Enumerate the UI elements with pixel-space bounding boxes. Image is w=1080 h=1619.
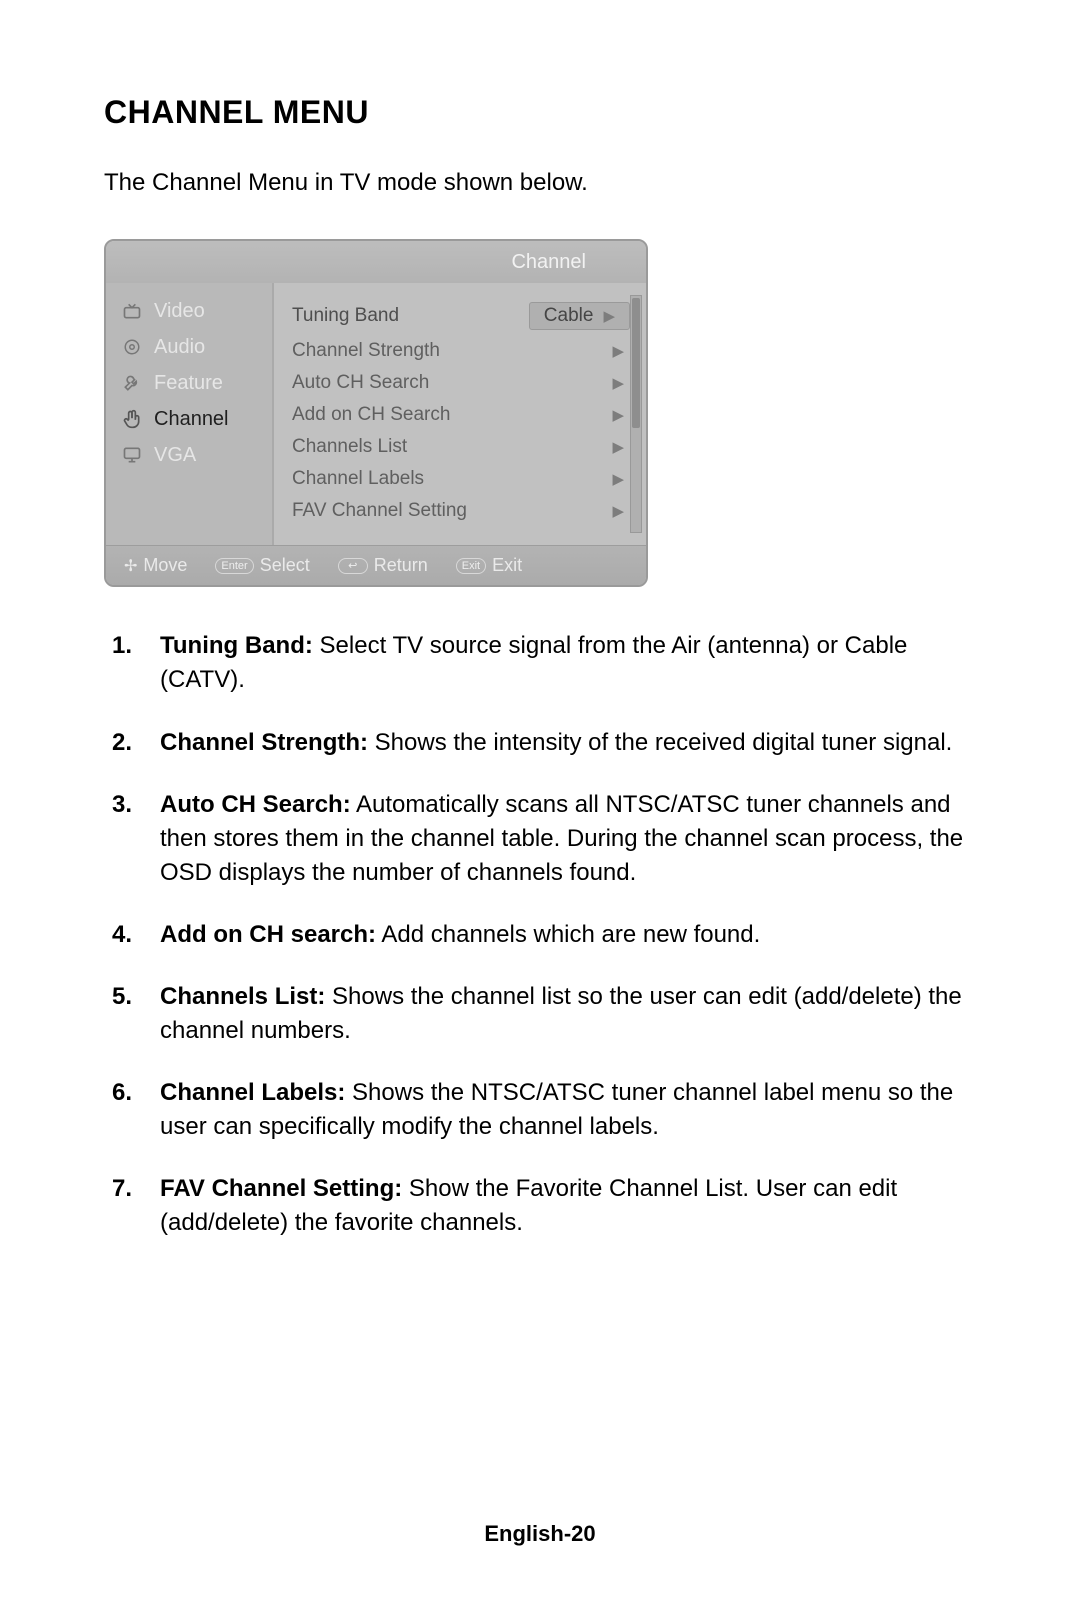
item-term: Channel Labels: (160, 1079, 345, 1106)
osd-screenshot: Channel Video Audio (104, 239, 648, 587)
hint-exit: Exit Exit (456, 555, 522, 576)
dpad-icon: ✢ (124, 556, 137, 576)
sidebar-item-video: Video (106, 293, 272, 329)
setting-row-add-on-ch-search: Add on CH Search ▶ (292, 399, 630, 431)
chevron-right-icon: ▶ (612, 342, 630, 360)
sidebar-item-audio: Audio (106, 329, 272, 365)
wrench-icon (120, 371, 144, 395)
scrollbar (630, 295, 642, 533)
sidebar-item-label: Channel (154, 408, 229, 431)
sidebar-item-channel: Channel (106, 401, 272, 437)
hint-select: Enter Select (215, 555, 309, 576)
item-term: Add on CH search: (160, 921, 376, 948)
setting-row-channel-strength: Channel Strength ▶ (292, 335, 630, 367)
setting-row-channels-list: Channels List ▶ (292, 431, 630, 463)
sidebar-item-label: VGA (154, 444, 196, 467)
intro-text: The Channel Menu in TV mode shown below. (104, 167, 624, 199)
chevron-right-icon: ▶ (603, 307, 621, 325)
list-item: FAV Channel Setting: Show the Favorite C… (104, 1172, 976, 1240)
setting-row-auto-ch-search: Auto CH Search ▶ (292, 367, 630, 399)
setting-label: Auto CH Search (292, 372, 429, 394)
osd-footer: ✢ Move Enter Select ↩ Return Exit Exit (106, 545, 646, 585)
setting-label: Channel Labels (292, 468, 424, 490)
list-item: Add on CH search: Add channels which are… (104, 918, 976, 952)
sidebar-item-label: Feature (154, 372, 223, 395)
hint-label: Move (143, 555, 187, 576)
setting-label: FAV Channel Setting (292, 500, 467, 522)
osd-header-label: Channel (511, 251, 586, 274)
monitor-icon (120, 443, 144, 467)
setting-value: Cable (544, 305, 594, 327)
osd-settings-panel: Tuning Band Cable ▶ Channel Strength ▶ A… (274, 283, 646, 545)
setting-label: Tuning Band (292, 305, 399, 327)
hint-move: ✢ Move (124, 555, 187, 576)
return-key-icon: ↩ (338, 558, 368, 574)
chevron-right-icon: ▶ (612, 374, 630, 392)
chevron-right-icon: ▶ (612, 502, 630, 520)
scrollbar-thumb (632, 298, 640, 428)
item-desc: Add channels which are new found. (376, 921, 760, 948)
setting-label: Channels List (292, 436, 407, 458)
item-desc: Shows the intensity of the received digi… (368, 729, 952, 756)
sidebar-item-label: Audio (154, 336, 205, 359)
item-term: Channels List: (160, 983, 325, 1010)
list-item: Channel Strength: Shows the intensity of… (104, 726, 976, 760)
chevron-right-icon: ▶ (612, 406, 630, 424)
setting-value-box: Cable ▶ (529, 302, 630, 330)
osd-header: Channel (106, 241, 646, 283)
page-title: CHANNEL MENU (104, 94, 976, 131)
hint-return: ↩ Return (338, 555, 428, 576)
item-term: Channel Strength: (160, 729, 368, 756)
tv-icon (120, 299, 144, 323)
chevron-right-icon: ▶ (612, 438, 630, 456)
setting-row-channel-labels: Channel Labels ▶ (292, 463, 630, 495)
item-term: Auto CH Search: (160, 791, 351, 818)
sidebar-item-feature: Feature (106, 365, 272, 401)
list-item: Channels List: Shows the channel list so… (104, 980, 976, 1048)
list-item: Tuning Band: Select TV source signal fro… (104, 629, 976, 697)
hand-icon (120, 407, 144, 431)
list-item: Channel Labels: Shows the NTSC/ATSC tune… (104, 1076, 976, 1144)
setting-row-fav-channel-setting: FAV Channel Setting ▶ (292, 495, 630, 527)
enter-key-icon: Enter (215, 558, 253, 574)
sidebar-item-label: Video (154, 300, 205, 323)
description-list: Tuning Band: Select TV source signal fro… (104, 629, 976, 1240)
speaker-icon (120, 335, 144, 359)
chevron-right-icon: ▶ (612, 470, 630, 488)
item-term: FAV Channel Setting: (160, 1175, 402, 1202)
osd-sidebar: Video Audio Feature (106, 283, 274, 545)
exit-key-icon: Exit (456, 558, 486, 574)
item-term: Tuning Band: (160, 632, 313, 659)
setting-label: Add on CH Search (292, 404, 450, 426)
setting-label: Channel Strength (292, 340, 440, 362)
hint-label: Exit (492, 555, 522, 576)
page-footer: English-20 (0, 1521, 1080, 1547)
hint-label: Return (374, 555, 428, 576)
sidebar-item-vga: VGA (106, 437, 272, 473)
list-item: Auto CH Search: Automatically scans all … (104, 788, 976, 890)
setting-row-tuning-band: Tuning Band Cable ▶ (292, 297, 630, 335)
hint-label: Select (260, 555, 310, 576)
